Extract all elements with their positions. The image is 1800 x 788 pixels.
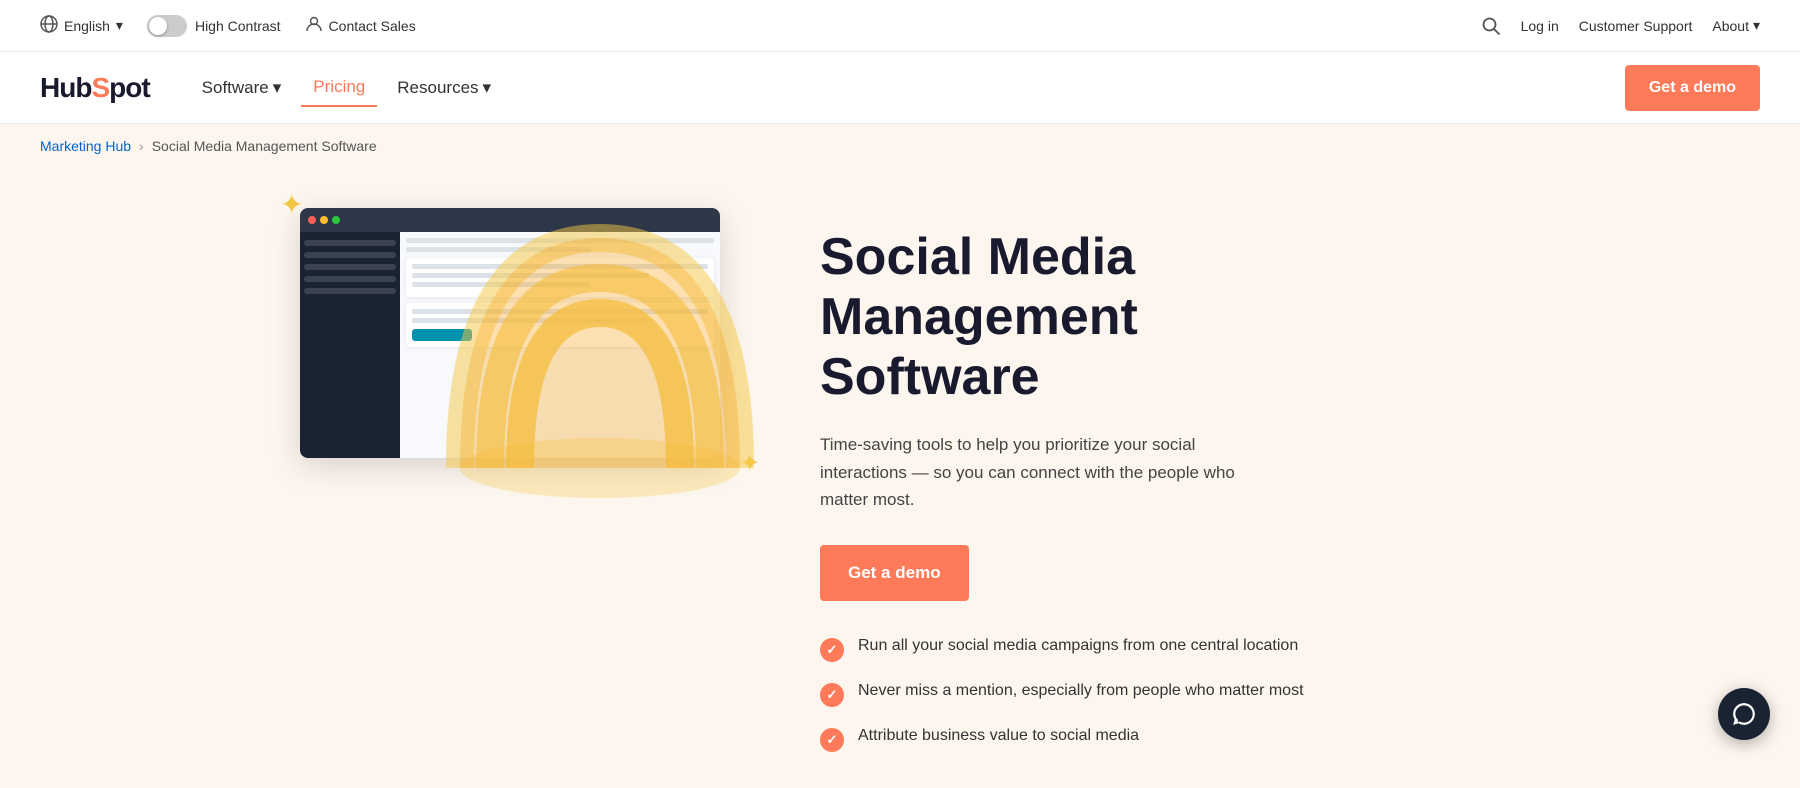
contact-sales-label: Contact Sales [329,18,416,34]
check-icon-1 [820,638,844,662]
breadcrumb: Marketing Hub › Social Media Management … [0,124,1800,168]
top-bar-left: English ▾ High Contrast Contact Sales [40,15,416,37]
arch-decoration [440,178,760,478]
check-icon-3 [820,728,844,752]
language-label: English [64,18,110,34]
main-nav: HubSpot Software ▾ Pricing Resources ▾ G… [0,52,1800,124]
nav-item-pricing[interactable]: Pricing [301,69,377,107]
language-selector[interactable]: English ▾ [40,15,123,36]
top-bar-right: Log in Customer Support About ▾ [1481,16,1760,36]
about-dropdown[interactable]: About ▾ [1712,17,1760,34]
feature-item-2: Never miss a mention, especially from pe… [820,682,1760,707]
nav-left: HubSpot Software ▾ Pricing Resources ▾ [40,69,503,107]
feature-list: Run all your social media campaigns from… [820,637,1760,752]
hubspot-logo[interactable]: HubSpot [40,72,150,104]
nav-item-resources[interactable]: Resources ▾ [385,70,503,106]
sidebar-mock-2 [304,252,396,258]
hero-content: Social Media Management Software Time-sa… [820,208,1760,752]
dot-red [308,216,316,224]
high-contrast-label: High Contrast [195,18,281,34]
breadcrumb-current: Social Media Management Software [152,138,377,154]
logo-dot: S [91,72,109,104]
dot-yellow [320,216,328,224]
toggle-knob [149,17,167,35]
breadcrumb-separator: › [139,138,144,154]
arch-svg [440,178,760,478]
chevron-down-icon: ▾ [116,17,123,34]
feature-item-1: Run all your social media campaigns from… [820,637,1760,662]
screenshot-sidebar [300,232,400,458]
chevron-down-icon: ▾ [483,78,492,98]
nav-items: Software ▾ Pricing Resources ▾ [190,69,503,107]
check-icon-2 [820,683,844,707]
chevron-down-icon: ▾ [1753,17,1760,34]
chevron-down-icon: ▾ [273,78,282,98]
feature-item-3: Attribute business value to social media [820,727,1760,752]
globe-icon [40,15,58,36]
get-demo-button-nav[interactable]: Get a demo [1625,65,1760,111]
hero-cta-button[interactable]: Get a demo [820,545,969,601]
sidebar-mock-3 [304,264,396,270]
nav-item-software[interactable]: Software ▾ [190,70,294,106]
chat-icon [1731,701,1757,727]
hero-subtitle: Time-saving tools to help you prioritize… [820,431,1280,513]
feature-label-1: Run all your social media campaigns from… [858,637,1298,655]
login-link[interactable]: Log in [1521,18,1559,34]
hero-title: Social Media Management Software [820,228,1300,407]
resources-label: Resources [397,78,478,98]
software-label: Software [202,78,269,98]
sidebar-mock-5 [304,288,396,294]
customer-support-link[interactable]: Customer Support [1579,18,1693,34]
feature-label-3: Attribute business value to social media [858,727,1139,745]
about-label: About [1712,18,1749,34]
person-icon [305,15,323,36]
breadcrumb-parent[interactable]: Marketing Hub [40,138,131,154]
chat-button[interactable] [1718,688,1770,740]
sidebar-mock-1 [304,240,396,246]
sidebar-mock-4 [304,276,396,282]
feature-label-2: Never miss a mention, especially from pe… [858,682,1304,700]
search-button[interactable] [1481,16,1501,36]
dot-green [332,216,340,224]
pricing-label: Pricing [313,77,365,97]
contact-sales-link[interactable]: Contact Sales [305,15,416,36]
top-bar: English ▾ High Contrast Contact Sales [0,0,1800,52]
hero-image-column: ✦ [300,208,740,458]
toggle-switch[interactable] [147,15,187,37]
high-contrast-toggle[interactable]: High Contrast [147,15,281,37]
hero-section: ✦ [0,168,1800,788]
